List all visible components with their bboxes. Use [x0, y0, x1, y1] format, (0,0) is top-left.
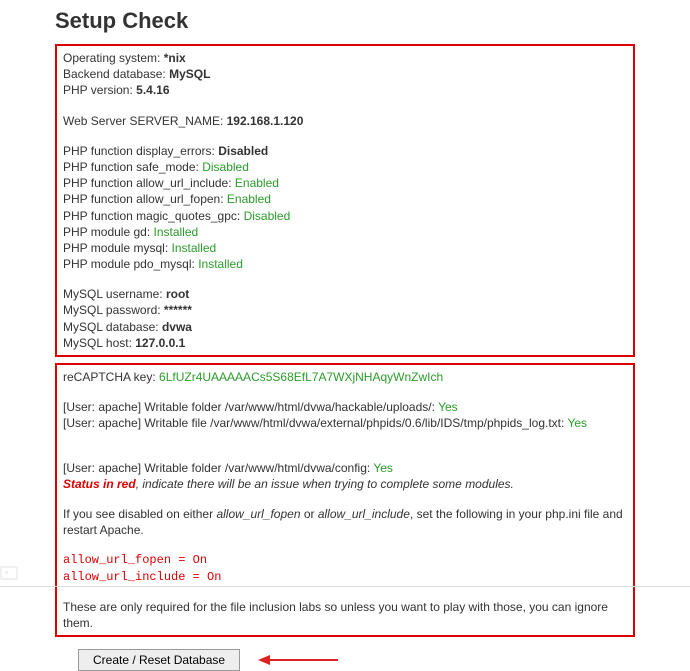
status-note-line: Status in red, indicate there will be an… [63, 476, 627, 492]
inclusion-note-line: These are only required for the file inc… [63, 599, 627, 631]
os-line: Operating system: *nix [63, 50, 627, 66]
mysql-db-line: MySQL database: dvwa [63, 319, 627, 335]
status-box: reCAPTCHA key: 6LfUZr4UAAAAACs5S68EfL7A7… [55, 363, 635, 637]
button-area: Create / Reset Database [78, 649, 635, 671]
mysql-user-line: MySQL username: root [63, 286, 627, 302]
safe-mode-line: PHP function safe_mode: Disabled [63, 159, 627, 175]
mysql-module-line: PHP module mysql: Installed [63, 240, 627, 256]
code-fopen-line: allow_url_fopen = On [63, 552, 627, 568]
bottom-divider [0, 586, 690, 587]
page-title: Setup Check [55, 8, 635, 34]
server-name-line: Web Server SERVER_NAME: 192.168.1.120 [63, 113, 627, 129]
code-include-line: allow_url_include = On [63, 569, 627, 585]
arrow-icon [258, 653, 338, 667]
php-version-line: PHP version: 5.4.16 [63, 82, 627, 98]
gd-module-line: PHP module gd: Installed [63, 224, 627, 240]
recaptcha-line: reCAPTCHA key: 6LfUZr4UAAAAACs5S68EfL7A7… [63, 369, 627, 385]
display-errors-line: PHP function display_errors: Disabled [63, 143, 627, 159]
allow-url-include-line: PHP function allow_url_include: Enabled [63, 175, 627, 191]
disabled-note-line: If you see disabled on either allow_url_… [63, 506, 627, 538]
system-info-box: Operating system: *nix Backend database:… [55, 44, 635, 357]
create-reset-database-button[interactable]: Create / Reset Database [78, 649, 240, 671]
pdo-mysql-module-line: PHP module pdo_mysql: Installed [63, 256, 627, 272]
writable-phpids-line: [User: apache] Writable file /var/www/ht… [63, 415, 627, 431]
allow-url-fopen-line: PHP function allow_url_fopen: Enabled [63, 191, 627, 207]
writable-uploads-line: [User: apache] Writable folder /var/www/… [63, 399, 627, 415]
watermark [0, 566, 21, 580]
mysql-pass-line: MySQL password: ****** [63, 302, 627, 318]
db-line: Backend database: MySQL [63, 66, 627, 82]
mysql-host-line: MySQL host: 127.0.0.1 [63, 335, 627, 351]
magic-quotes-line: PHP function magic_quotes_gpc: Disabled [63, 208, 627, 224]
writable-config-line: [User: apache] Writable folder /var/www/… [63, 460, 627, 476]
